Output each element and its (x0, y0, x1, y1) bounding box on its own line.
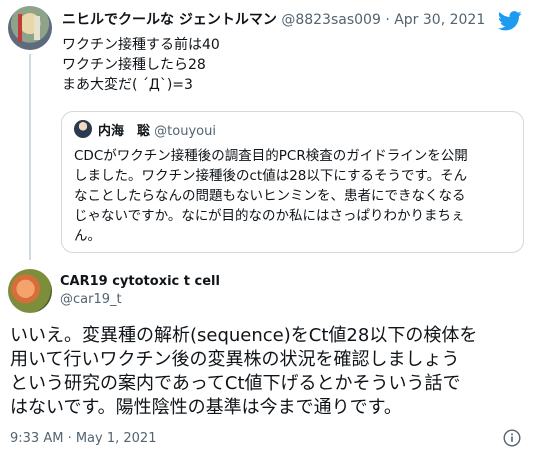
reply-display-name[interactable]: CAR19 cytotoxic t cell (60, 274, 220, 289)
tweet-text-line: ワクチン接種したら28 (62, 57, 206, 73)
reply-avatar[interactable] (8, 269, 52, 313)
separator-dot: · (385, 12, 390, 28)
reply-text-line: という研究の案内であってCt値下げるとかそういう話で (10, 373, 461, 394)
quoted-tweet[interactable]: 内海 聡 @touyoui CDCがワクチン接種後の調査目的PCR検査のガイドラ… (61, 111, 524, 253)
parent-tweet-text: ワクチン接種する前は40 ワクチン接種したら28 まあ大変だ( ´Д`)=3 (62, 35, 220, 95)
tweet-card: ニヒルでクールな ジェントルマン @8823sas009 · Apr 30, 2… (0, 0, 533, 460)
reply-text-line: いいえ。変異種の解析(sequence)をCt値28以下の検体を (10, 325, 478, 346)
avatar[interactable] (8, 6, 52, 50)
quoted-handle: @touyoui (154, 124, 216, 139)
reply-text-line: はないです。陽性陰性の基準は今まで通りです。 (10, 397, 402, 418)
quoted-text-line: じゃないですか。なにが目的なのか私にはさっぱりわかりまちぇ (74, 208, 465, 224)
tweet-date[interactable]: Apr 30, 2021 (394, 12, 485, 28)
quoted-text-line: しました。ワクチン接種後のct値は28以下にするそうです。そん (74, 168, 468, 184)
quoted-tweet-text: CDCがワクチン接種後の調査目的PCR検査のガイドラインを公開 しました。ワクチ… (74, 146, 514, 246)
thread-connector-line (29, 54, 31, 260)
tweet-text-line: まあ大変だ( ´Д`)=3 (62, 77, 193, 93)
reply-handle[interactable]: @car19_t (60, 292, 122, 307)
reply-timestamp[interactable]: 9:33 AM · May 1, 2021 (10, 431, 156, 446)
quoted-text-line: なことしたらなんの問題もないヒンミンを、患者にできなくなる (74, 188, 466, 204)
twitter-bird-icon[interactable] (498, 11, 522, 31)
quoted-text-line: ん。 (74, 228, 101, 244)
quoted-text-line: CDCがワクチン接種後の調査目的PCR検査のガイドラインを公開 (74, 148, 468, 164)
info-icon[interactable] (503, 429, 521, 447)
quoted-avatar (74, 120, 92, 138)
tweet-text-line: ワクチン接種する前は40 (62, 37, 220, 53)
display-name[interactable]: ニヒルでクールな ジェントルマン (62, 12, 277, 28)
handle[interactable]: @8823sas009 (281, 12, 381, 28)
reply-tweet-text: いいえ。変異種の解析(sequence)をCt値28以下の検体を 用いて行いワク… (10, 324, 477, 420)
quoted-tweet-header: 内海 聡 @touyoui (98, 120, 216, 139)
parent-tweet-header: ニヒルでクールな ジェントルマン @8823sas009 · Apr 30, 2… (62, 9, 485, 29)
quoted-display-name: 内海 聡 (98, 124, 151, 139)
reply-text-line: 用いて行いワクチン後の変異株の状況を確認しましょう (10, 349, 460, 370)
